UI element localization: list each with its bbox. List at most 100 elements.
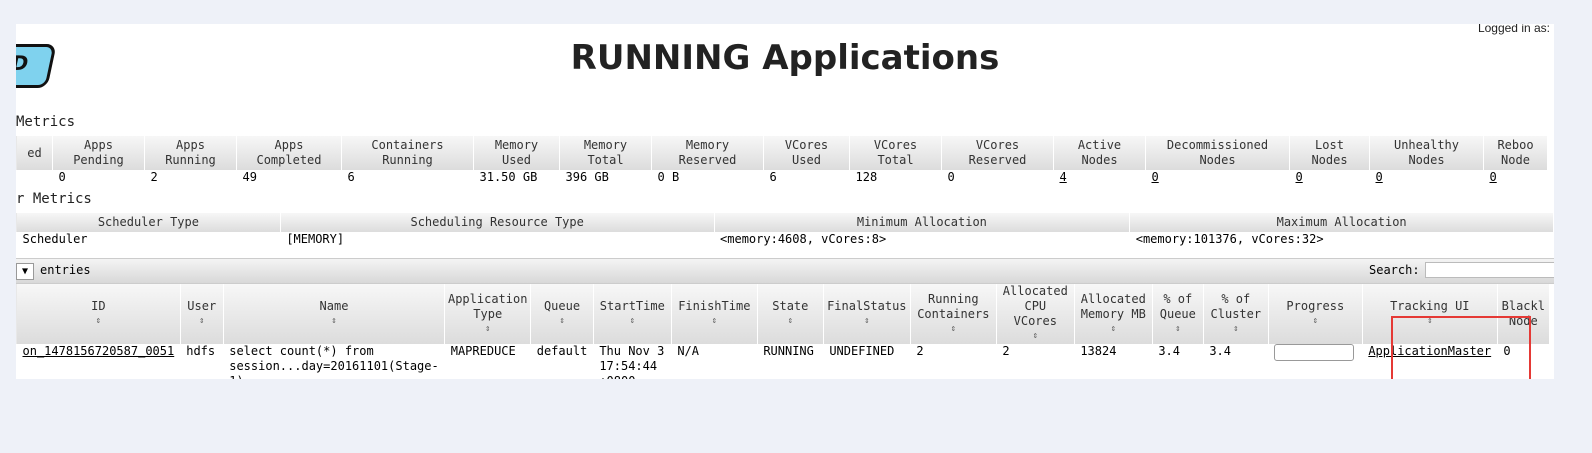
state-cell: RUNNING [763,344,814,358]
cluster-metric-header: Memory Reserved [651,136,764,170]
start-time-cell: Thu Nov 3 17:54:44 +0800 [599,344,665,379]
progress-bar [1274,344,1355,361]
sort-icon[interactable]: ⇕ [226,314,443,329]
sort-icon[interactable]: ⇕ [1077,322,1150,337]
cluster-metrics-heading: Metrics [16,114,76,130]
cluster-metric-header: VCores Total [849,136,942,170]
entries-label: entries [40,263,91,277]
sort-icon[interactable]: ⇕ [999,329,1072,344]
cluster-metric-value[interactable]: 0 [1146,170,1290,188]
logged-in-label: Logged in as: [1477,24,1550,35]
cluster-metric-value: 2 [150,170,158,184]
page-title: RUNNING Applications [570,38,1000,78]
cluster-metric-value: 128 [855,170,878,184]
scheduler-metrics-heading: r Metrics [16,191,92,207]
cluster-metric-value: 0 [58,170,66,184]
pct-cluster-cell: 3.4 [1209,344,1231,358]
scheduler-metric-value: <memory:101376, vCores:32> [1135,232,1324,246]
yarn-page: D Logged in as: RUNNING Applications Met… [16,24,1554,379]
table-controls-bar: ▼ entries Search: [16,258,1554,284]
scheduler-metric-value: [MEMORY] [286,232,345,246]
sort-icon[interactable]: ⇕ [826,314,908,329]
sort-icon[interactable]: ⇕ [913,322,994,337]
cluster-metric-header: Apps Pending [52,136,145,170]
cluster-metric-value[interactable]: 0 [1484,170,1548,188]
scheduler-metric-value: Scheduler [22,232,88,246]
sort-icon[interactable]: ⇕ [183,314,221,329]
cluster-metric-value: 6 [769,170,777,184]
cluster-metric-value: 396 GB [565,170,609,184]
cluster-metric-value [17,170,53,188]
cluster-metric-header: ed [16,136,53,170]
column-header[interactable]: FinalStatus ⇕ [822,284,911,344]
type-cell: MAPREDUCE [450,344,516,358]
cluster-metric-header: Lost Nodes [1289,136,1370,170]
applications-table: ID ⇕ User ⇕ Name ⇕ Application Type ⇕ Queue ⇕ Start… [16,284,1550,379]
column-header[interactable]: Application Type ⇕ [444,284,532,344]
cluster-metric-header: Reboo Node [1483,136,1548,170]
cluster-metric-header: Active Nodes [1053,136,1146,170]
cluster-metric-header: VCores Used [763,136,850,170]
progress-cell [1268,344,1362,379]
cluster-metric-value: 49 [242,170,257,184]
column-header[interactable]: % of Cluster ⇕ [1202,284,1269,344]
column-header[interactable]: Allocated CPU VCores ⇕ [995,284,1075,344]
column-header[interactable]: FinishTime ⇕ [670,284,758,344]
sort-icon[interactable]: ⇕ [1206,322,1266,337]
sort-icon[interactable]: ⇕ [19,314,178,329]
vcores-cell: 2 [1002,344,1010,358]
cluster-metric-header: Apps Completed [236,136,342,170]
application-id-link[interactable]: on_1478156720587_0051 [17,344,181,379]
sort-icon[interactable]: ⇕ [596,314,669,329]
cluster-metric-header: Memory Total [559,136,652,170]
scheduler-metric-header: Scheduling Resource Type [279,213,715,232]
name-cell: select count(*) from session...day=20161… [229,344,439,379]
cluster-metric-header: Memory Used [473,136,560,170]
sort-icon[interactable]: ⇕ [1155,322,1201,337]
cluster-metric-value[interactable]: 0 [1370,170,1484,188]
sort-icon[interactable]: ⇕ [760,314,821,329]
cluster-metric-value[interactable]: 4 [1054,170,1146,188]
scheduler-metrics-table: Scheduler Type Scheduling Resource Type Mi… [16,213,1554,250]
column-header[interactable]: ID ⇕ [16,284,181,344]
table-row: on_1478156720587_0051 hdfs select count(*)… [17,344,1550,379]
entries-select[interactable]: ▼ [16,263,34,280]
cluster-metric-value[interactable]: 0 [1290,170,1370,188]
cluster-metric-value: 0 [947,170,955,184]
search-label: Search: [1369,263,1420,277]
scheduler-metric-value: <memory:4608, vCores:8> [720,232,887,246]
queue-cell: default [536,344,588,358]
scheduler-metric-header: Scheduler Type [16,213,281,232]
cluster-metric-header: Apps Running [144,136,237,170]
cluster-metric-header: Containers Running [341,136,474,170]
user-cell: hdfs [186,344,216,358]
column-header[interactable]: Queue ⇕ [530,284,594,344]
column-header[interactable]: % of Queue ⇕ [1151,284,1204,344]
column-header[interactable]: Running Containers ⇕ [909,284,997,344]
sort-icon[interactable]: ⇕ [1271,314,1360,329]
final-status-cell: UNDEFINED [829,344,895,358]
cluster-metric-value: 6 [347,170,355,184]
column-header[interactable]: StartTime ⇕ [592,284,672,344]
cluster-metric-value: 0 B [657,170,680,184]
cluster-metric-value: 31.50 GB [479,170,538,184]
cluster-metric-header: Unhealthy Nodes [1369,136,1484,170]
memory-cell: 13824 [1080,344,1117,358]
column-header[interactable]: Allocated Memory MB ⇕ [1073,284,1153,344]
finish-time-cell: N/A [677,344,699,358]
column-header[interactable]: Name ⇕ [222,284,446,344]
sort-icon[interactable]: ⇕ [447,322,528,337]
search-input[interactable] [1425,262,1554,278]
running-containers-cell: 2 [916,344,924,358]
highlight-box [1391,316,1531,379]
column-header[interactable]: Progress ⇕ [1267,284,1363,344]
cluster-metrics-table: ed Apps Pending Apps Running Apps Completed Con… [16,136,1548,188]
cluster-metric-header: VCores Reserved [941,136,1054,170]
pct-queue-cell: 3.4 [1158,344,1180,358]
scheduler-metric-header: Minimum Allocation [713,213,1131,232]
column-header[interactable]: User ⇕ [179,284,224,344]
column-header[interactable]: State ⇕ [756,284,824,344]
sort-icon[interactable]: ⇕ [674,314,755,329]
sort-icon[interactable]: ⇕ [533,314,591,329]
cluster-metric-header: Decommissioned Nodes [1145,136,1290,170]
